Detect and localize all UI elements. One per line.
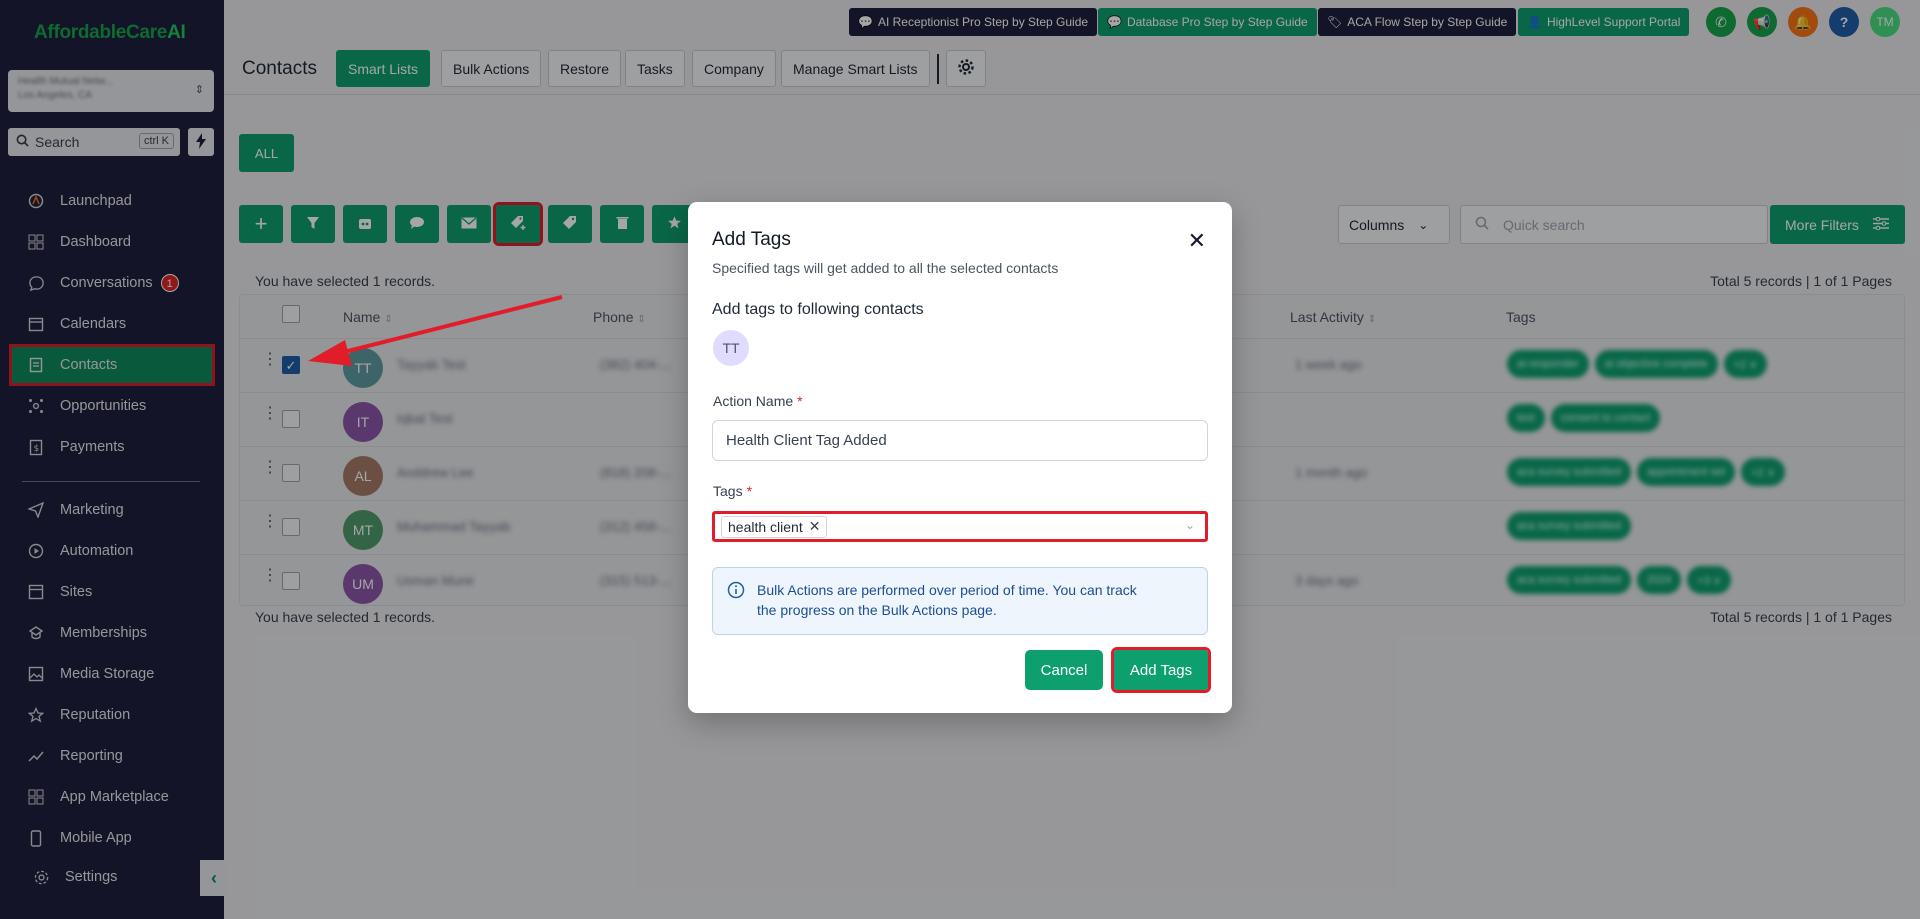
add-tags-button[interactable]: Add Tags [1111,647,1211,693]
contacts-section-label: Add tags to following contacts [712,301,924,318]
tag-chip-label: health client [728,518,803,535]
tags-label: Tags * [713,483,753,499]
close-icon[interactable]: ✕ [1188,228,1206,254]
info-callout: Bulk Actions are performed over period o… [712,567,1208,635]
required-marker: * [746,483,753,499]
avatar: TT [713,330,749,366]
action-name-input[interactable]: Health Client Tag Added [712,420,1208,461]
add-tags-modal: Add Tags Specified tags will get added t… [688,202,1232,713]
remove-tag-icon[interactable]: ✕ [809,518,821,535]
modal-title: Add Tags [712,229,791,250]
modal-subtitle: Specified tags will get added to all the… [712,260,1059,276]
cancel-button[interactable]: Cancel [1025,650,1103,690]
tags-select[interactable]: health client ✕ ⌄ [712,511,1208,542]
info-text: Bulk Actions are performed over period o… [757,582,1137,618]
chevron-down-icon[interactable]: ⌄ [1185,518,1195,532]
info-icon [727,581,745,602]
tag-chip: health client ✕ [721,515,828,538]
required-marker: * [797,393,803,409]
action-name-label: Action Name * [713,393,803,409]
action-name-value: Health Client Tag Added [726,432,887,449]
